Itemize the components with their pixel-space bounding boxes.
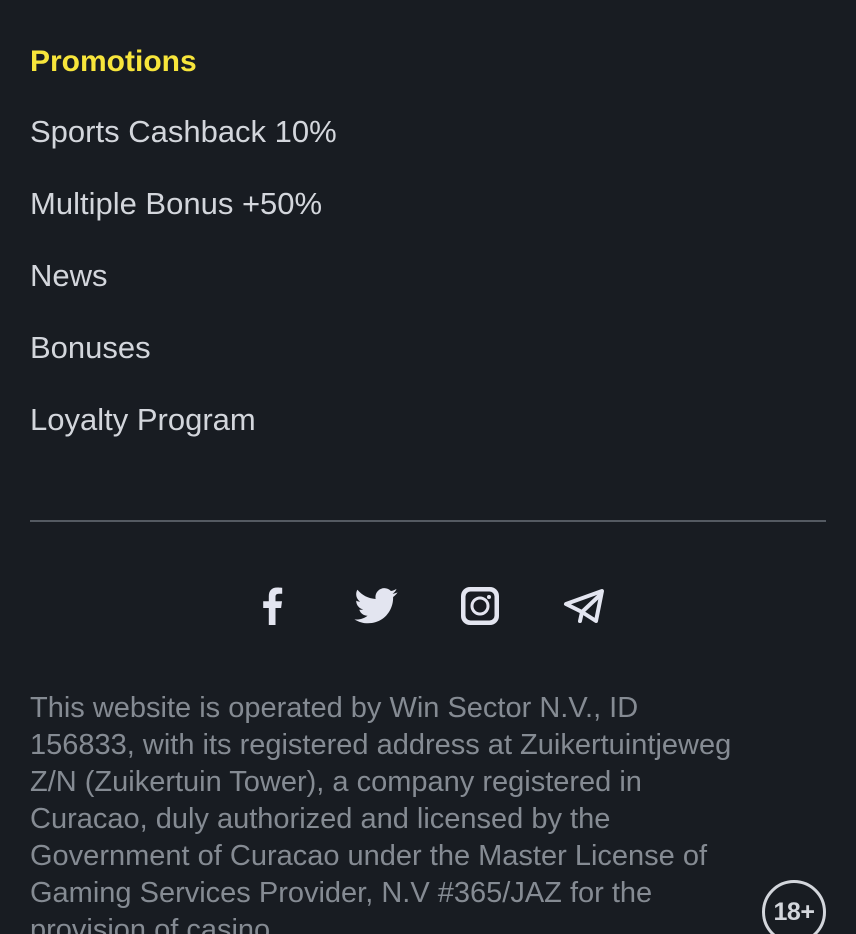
link-sports-cashback[interactable]: Sports Cashback 10% — [30, 112, 337, 152]
footer-divider — [30, 520, 826, 522]
facebook-icon — [263, 587, 283, 625]
link-bonuses[interactable]: Bonuses — [30, 328, 337, 368]
link-loyalty-program[interactable]: Loyalty Program — [30, 400, 337, 440]
instagram-icon — [461, 587, 499, 625]
twitter-link[interactable] — [354, 584, 398, 628]
list-item: Loyalty Program — [30, 400, 337, 440]
telegram-icon — [564, 589, 604, 623]
promotions-heading: Promotions — [30, 45, 197, 78]
link-multiple-bonus[interactable]: Multiple Bonus +50% — [30, 184, 337, 224]
list-item: News — [30, 256, 337, 296]
link-news[interactable]: News — [30, 256, 337, 296]
age-restriction-label: 18+ — [773, 898, 815, 926]
twitter-icon — [354, 588, 398, 624]
telegram-link[interactable] — [562, 584, 606, 628]
instagram-link[interactable] — [458, 584, 502, 628]
legal-disclaimer: This website is operated by Win Sector N… — [30, 692, 732, 934]
facebook-link[interactable] — [250, 584, 294, 628]
social-links — [0, 584, 856, 628]
list-item: Multiple Bonus +50% — [30, 184, 337, 224]
list-item: Bonuses — [30, 328, 337, 368]
age-restriction-badge: 18+ — [762, 880, 826, 934]
promotions-list: Sports Cashback 10% Multiple Bonus +50% … — [30, 112, 337, 472]
list-item: Sports Cashback 10% — [30, 112, 337, 152]
